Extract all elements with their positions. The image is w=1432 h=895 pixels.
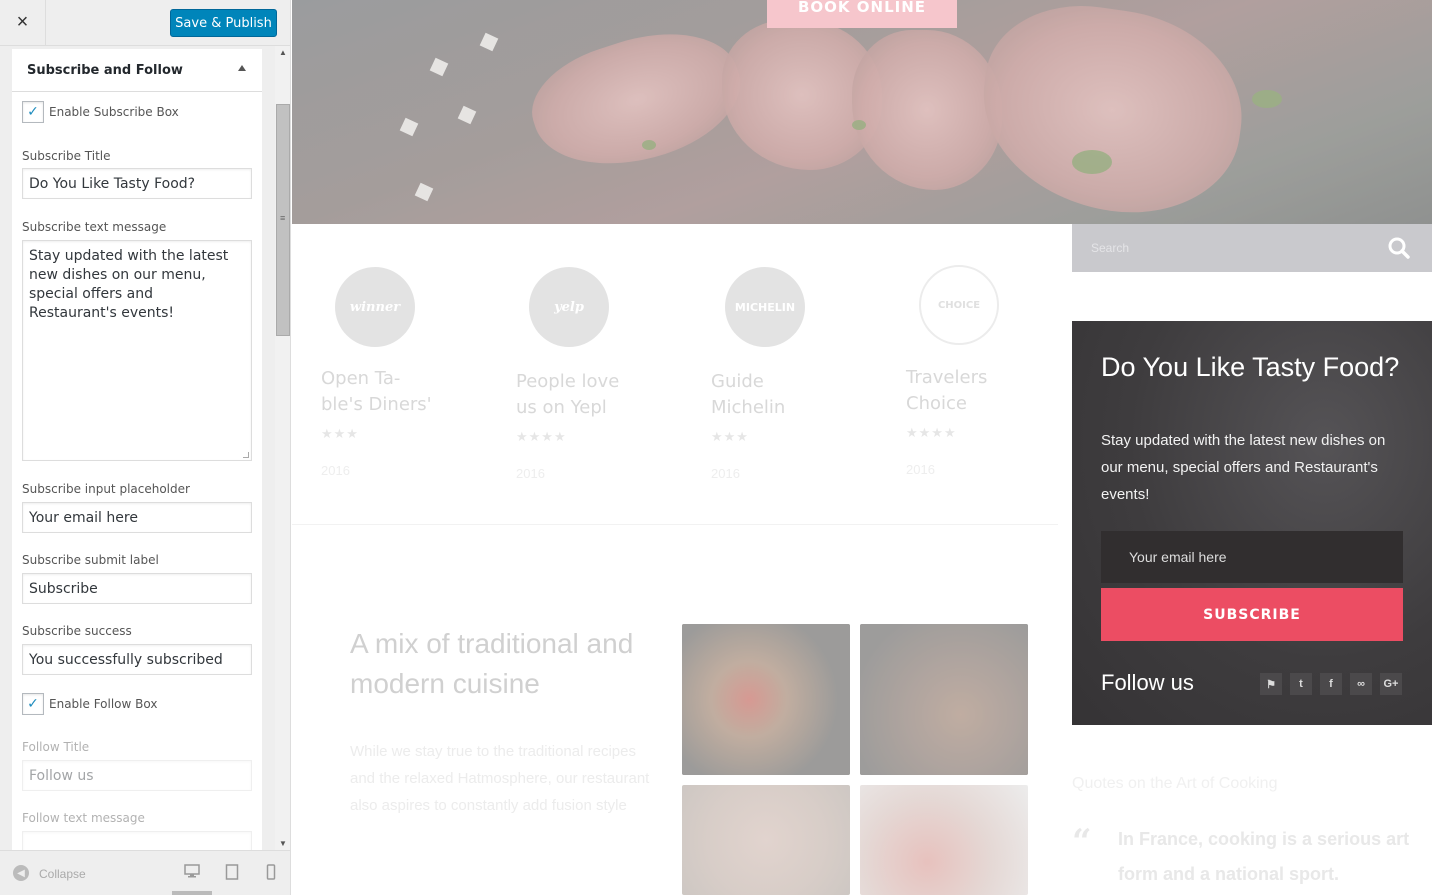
book-online-button[interactable]: BOOK ONLINE <box>767 0 957 28</box>
section-header[interactable]: Subscribe and Follow <box>12 49 262 92</box>
enable-follow-label: Enable Follow Box <box>49 697 158 711</box>
desktop-icon[interactable] <box>183 864 201 880</box>
food-photo <box>860 624 1028 775</box>
follow-title-label: Follow Title <box>22 740 90 754</box>
customizer-header: × Save & Publish <box>0 0 290 46</box>
customizer-sidebar: × Save & Publish Subscribe and Follow ✓ … <box>0 0 291 895</box>
subscribe-widget: Do You Like Tasty Food? Stay updated wit… <box>1072 321 1432 725</box>
placeholder-input[interactable]: Your email here <box>22 502 252 533</box>
award-title: Guide Michelin <box>711 371 786 418</box>
follow-text-label: Follow text message <box>22 811 145 825</box>
search-placeholder: Search <box>1091 241 1130 255</box>
subscribe-text: Stay updated with the latest new dishes … <box>1101 432 1386 503</box>
google-plus-icon[interactable]: G+ <box>1380 673 1402 695</box>
email-field[interactable]: Your email here <box>1101 531 1403 583</box>
award-stars: ★★★★ <box>516 429 567 444</box>
subscribe-text-label: Subscribe text message <box>22 220 167 234</box>
subscribe-title-label: Subscribe Title <box>22 149 111 163</box>
foursquare-icon[interactable]: ⚑ <box>1260 673 1282 695</box>
site-preview: BOOK ONLINE winner Open Ta- ble's Diners… <box>292 0 1432 895</box>
facebook-icon[interactable]: f <box>1320 673 1342 695</box>
quote-text: In France, cooking is a serious art form… <box>1118 829 1410 884</box>
award-year: 2016 <box>321 463 350 478</box>
award-title: Open Ta- ble's Diners' <box>321 368 432 415</box>
success-input[interactable]: You successfully subscribed <box>22 644 252 675</box>
grip-icon: ≡ <box>280 213 286 223</box>
enable-follow-checkbox[interactable]: ✓ <box>22 693 44 715</box>
save-publish-button[interactable]: Save & Publish <box>170 9 277 37</box>
placeholder-label: Subscribe input placeholder <box>22 482 190 496</box>
submit-label-label: Subscribe submit label <box>22 553 159 567</box>
scroll-down-icon[interactable]: ▼ <box>279 839 287 848</box>
food-photo <box>682 624 850 775</box>
award-badge-yelp: yelp <box>529 267 609 347</box>
award-badge-michelin: MICHELIN <box>725 267 805 347</box>
subscribe-title-input[interactable]: Do You Like Tasty Food? <box>22 168 252 199</box>
tablet-icon[interactable] <box>223 864 241 880</box>
subscribe-title: Do You Like Tasty Food? <box>1101 352 1400 382</box>
quotes-heading: Quotes on the Art of Cooking <box>1072 775 1278 792</box>
award-year: 2016 <box>906 462 935 477</box>
subscribe-button[interactable]: SUBSCRIBE <box>1101 588 1403 641</box>
close-icon[interactable]: × <box>0 0 46 45</box>
subscribe-text-value: Stay updated with the latest new dishes … <box>29 248 229 321</box>
award-badge-opentable: winner <box>335 267 415 347</box>
active-device-indicator <box>172 891 212 895</box>
subscribe-text-textarea[interactable]: Stay updated with the latest new dishes … <box>22 240 252 461</box>
award-title: People love us on Yepl <box>516 371 620 418</box>
award-title: Travelers Choice <box>906 367 988 414</box>
award-badge-tripadvisor: CHOICE <box>919 265 999 345</box>
enable-follow-row[interactable]: ✓ Enable Follow Box <box>22 693 157 715</box>
tripadvisor-icon[interactable]: ∞ <box>1350 673 1372 695</box>
scroll-up-icon[interactable]: ▲ <box>279 48 287 57</box>
search-icon[interactable] <box>1388 237 1410 259</box>
twitter-icon[interactable]: t <box>1290 673 1312 695</box>
section-title: Subscribe and Follow <box>27 62 183 78</box>
food-photo <box>682 785 850 895</box>
award-stars: ★★★ <box>711 429 749 444</box>
follow-title-input[interactable]: Follow us <box>22 760 252 791</box>
mix-title: A mix of traditional and modern cuisine <box>350 628 634 699</box>
submit-label-input[interactable]: Subscribe <box>22 573 252 604</box>
search-input[interactable]: Search <box>1072 224 1432 272</box>
award-stars: ★★★★ <box>906 425 957 440</box>
enable-subscribe-checkbox[interactable]: ✓ <box>22 101 44 123</box>
award-year: 2016 <box>516 466 545 481</box>
chevron-up-icon[interactable] <box>238 65 246 71</box>
customizer-footer: ◀ Collapse <box>0 850 290 895</box>
follow-title: Follow us <box>1101 670 1194 695</box>
mix-text: While we stay true to the traditional re… <box>350 743 650 814</box>
mobile-icon[interactable] <box>262 864 280 880</box>
award-stars: ★★★ <box>321 426 359 441</box>
hero-image: BOOK ONLINE <box>292 0 1432 228</box>
collapse-icon[interactable]: ◀ <box>13 865 29 881</box>
scrollbar-thumb[interactable]: ≡ <box>276 104 290 336</box>
award-year: 2016 <box>711 466 740 481</box>
resize-grip-icon[interactable] <box>243 452 249 458</box>
enable-subscribe-label: Enable Subscribe Box <box>49 105 179 119</box>
enable-subscribe-row[interactable]: ✓ Enable Subscribe Box <box>22 101 179 123</box>
success-label: Subscribe success <box>22 624 132 638</box>
food-photo <box>860 785 1028 895</box>
section-divider <box>292 524 1058 525</box>
collapse-label[interactable]: Collapse <box>39 867 86 881</box>
section-panel: Subscribe and Follow ✓ Enable Subscribe … <box>12 49 262 895</box>
sidebar-scrollbar[interactable]: ▲ ≡ ▼ <box>275 46 290 850</box>
quote-icon: “ <box>1072 822 1092 862</box>
hero-overlay <box>292 0 1432 224</box>
